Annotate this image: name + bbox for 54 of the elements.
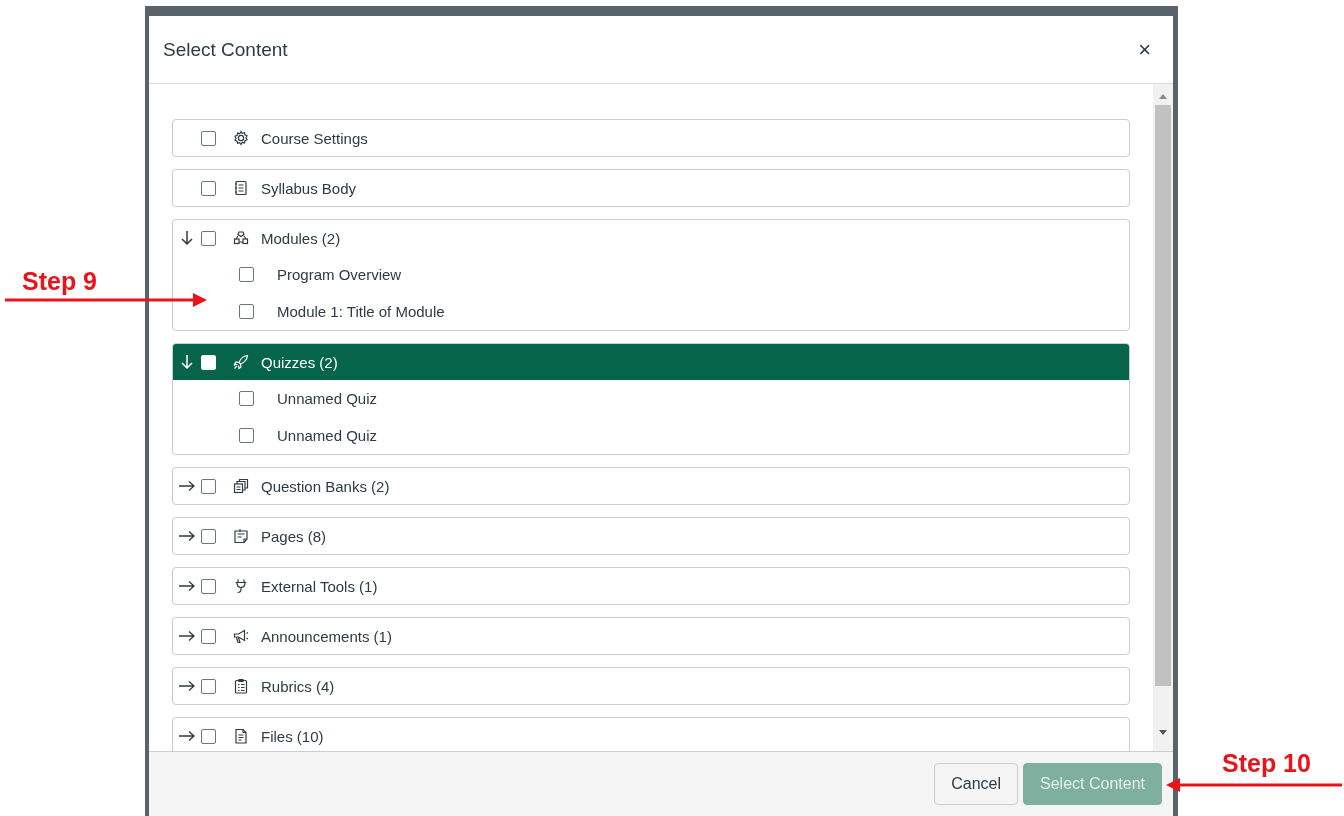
content-row[interactable]: Question Banks (2) [173, 468, 1129, 504]
highlighted-row[interactable]: Quizzes (2) [173, 344, 1129, 380]
item-label: Modules (2) [261, 229, 341, 247]
item-label: Question Banks (2) [261, 477, 390, 495]
page-icon [232, 527, 250, 545]
clipboard-icon [232, 677, 250, 695]
item-label: Course Settings [261, 129, 368, 147]
content-row[interactable]: Files (10) [173, 718, 1129, 751]
checkbox[interactable] [201, 180, 216, 196]
down-arrow-icon[interactable] [178, 229, 196, 247]
gear-icon [232, 129, 250, 147]
checkbox[interactable] [239, 304, 254, 319]
stacked-documents-icon [232, 477, 250, 495]
rocket-icon [232, 353, 250, 371]
checkbox[interactable] [239, 267, 254, 282]
item-label: Program Overview [277, 266, 402, 283]
checkbox[interactable] [201, 628, 216, 644]
checkbox[interactable] [201, 578, 216, 594]
content-row[interactable]: Announcements (1) [173, 618, 1129, 654]
checkbox[interactable] [201, 130, 216, 146]
content-row[interactable]: Pages (8) [173, 518, 1129, 554]
item-label: Unnamed Quiz [277, 390, 378, 407]
checkbox[interactable] [201, 728, 216, 744]
item-label: Unnamed Quiz [277, 427, 378, 444]
content-row[interactable]: Rubrics (4) [173, 668, 1129, 704]
item-label: Rubrics (4) [261, 677, 335, 695]
item-label: Quizzes (2) [261, 353, 338, 371]
down-arrow-icon[interactable] [178, 353, 196, 371]
content-row[interactable]: Syllabus Body [173, 170, 1129, 206]
item-label: Pages (8) [261, 527, 327, 545]
checkbox[interactable] [201, 678, 216, 694]
item-label: External Tools (1) [261, 577, 378, 595]
step-label: Step 9 [22, 267, 98, 296]
checkbox[interactable] [239, 428, 254, 443]
item-label: Module 1: Title of Module [277, 303, 445, 320]
document-icon [232, 179, 250, 197]
checkbox[interactable] [201, 230, 216, 246]
megaphone-icon [232, 627, 250, 645]
file-icon [232, 727, 250, 745]
item-label: Files (10) [261, 727, 324, 745]
close-button[interactable]: × [1134, 36, 1155, 63]
item-label: Announcements (1) [261, 627, 392, 645]
cancel-button[interactable]: Cancel [934, 763, 1019, 805]
dialog-title: Select Content [163, 38, 288, 61]
content-row[interactable]: External Tools (1) [173, 568, 1129, 604]
content-row[interactable]: Modules (2) [173, 220, 1129, 256]
checkbox[interactable] [201, 528, 216, 544]
content-row[interactable]: Course Settings [173, 120, 1129, 156]
checkbox[interactable] [201, 478, 216, 494]
item-label: Syllabus Body [261, 179, 357, 197]
checkbox[interactable] [239, 391, 254, 406]
step-label: Step 10 [1222, 749, 1311, 778]
scrollbar[interactable] [1153, 84, 1173, 751]
modules-icon [232, 229, 250, 247]
